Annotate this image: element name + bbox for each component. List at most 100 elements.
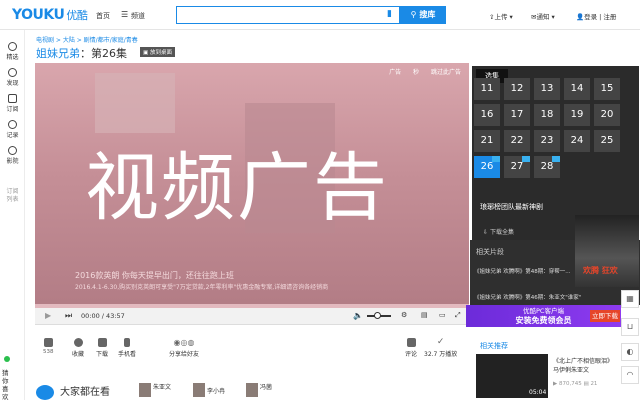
- star-icon: [73, 338, 83, 347]
- breadcrumb[interactable]: 电视剧 > 大陆 > 剧情/都市/家庭/青春: [36, 35, 138, 44]
- play-count: ✓ 32.7 万播放: [424, 337, 458, 359]
- desktop-button[interactable]: ▣ 放到桌面: [140, 47, 175, 57]
- recommend-heading: 相关推荐: [480, 342, 508, 350]
- episode-button-26[interactable]: 26: [474, 156, 500, 178]
- show-title[interactable]: 姐妹兄弟: [36, 47, 80, 60]
- guess-you-like[interactable]: 猜你喜欢: [2, 369, 14, 401]
- bar-chart-icon[interactable]: ▮: [387, 9, 392, 19]
- play-count-label: 32.7 万播放: [424, 351, 458, 358]
- pin-icon: ▣: [143, 50, 149, 56]
- star-name[interactable]: 李小冉: [207, 386, 225, 395]
- promo-poster[interactable]: 欢腾 狂欢: [575, 215, 639, 287]
- check-icon: ✓: [436, 337, 445, 347]
- episode-button-22[interactable]: 22: [504, 130, 530, 152]
- widescreen-icon[interactable]: ▭: [439, 311, 446, 319]
- download-button[interactable]: 下载: [96, 338, 108, 358]
- compass-icon: [8, 68, 17, 77]
- nav-channel[interactable]: 频道: [131, 11, 145, 21]
- episode-button-27[interactable]: 27: [504, 156, 530, 178]
- new-badge-icon: [522, 156, 530, 162]
- rail-item-sub-list[interactable]: 订阅 列表: [0, 188, 25, 204]
- recommend-stats: ▶ 870,745 ▤ 21: [553, 381, 597, 387]
- next-icon[interactable]: ⏭: [65, 311, 72, 321]
- danmaku-icon[interactable]: ▤: [421, 311, 428, 319]
- comment-icon: ▤: [583, 381, 589, 387]
- rail-item-cinema[interactable]: 影院: [0, 146, 25, 165]
- star-avatar[interactable]: [246, 383, 258, 397]
- episode-button-15[interactable]: 15: [594, 78, 620, 100]
- like-button[interactable]: 538: [43, 338, 54, 355]
- episode-button-25[interactable]: 25: [594, 130, 620, 152]
- online-dot: [4, 356, 10, 362]
- play-circle-icon: [8, 42, 17, 51]
- comment-label: 评论: [405, 351, 418, 358]
- download-all-link[interactable]: ⇩ 下载全集: [483, 227, 514, 236]
- qr-icon[interactable]: ▦: [621, 290, 639, 308]
- phone-watch-button[interactable]: 手机看: [118, 338, 136, 358]
- episode-button-11[interactable]: 11: [474, 78, 500, 100]
- star-avatar[interactable]: [193, 383, 205, 397]
- notify-button[interactable]: ✉通知 ▾: [531, 11, 555, 21]
- skip-ad-link[interactable]: 跳过此广告: [431, 69, 461, 76]
- player-controls: ▶ ⏭ 00:00 / 43:57 🔈 ⚙ ▤ ▭ ⤢: [35, 308, 469, 325]
- episode-button-18[interactable]: 18: [534, 104, 560, 126]
- episode-button-14[interactable]: 14: [564, 78, 590, 100]
- volume-handle[interactable]: [374, 312, 381, 319]
- download-icon: [97, 338, 107, 347]
- star-name[interactable]: 朱亚文: [153, 382, 171, 391]
- share-button[interactable]: ◉◎◍ 分享给好友: [164, 338, 204, 358]
- settings-icon[interactable]: ⚙: [401, 311, 407, 319]
- rail-item-discover[interactable]: 发现: [0, 68, 25, 87]
- youku-logo[interactable]: YOUKU 优酷: [12, 7, 88, 23]
- episode-button-16[interactable]: 16: [474, 104, 500, 126]
- comment-button[interactable]: 评论: [405, 338, 417, 358]
- list-item[interactable]: 《姐妹兄弟 欢腾啊》第48期：穿帮一...: [474, 267, 571, 275]
- video-player[interactable]: 广告 秒 跳过此广告 视频广告 2016款英朗 你每天提早出门，还往往跑上班 2…: [35, 63, 469, 309]
- related-clips-heading: 相关片段: [476, 248, 504, 256]
- recommend-count: 870,745: [558, 381, 582, 387]
- episode-button-12[interactable]: 12: [504, 78, 530, 100]
- episode-button-19[interactable]: 19: [564, 104, 590, 126]
- episode-button-28[interactable]: 28: [534, 156, 560, 178]
- bulb-icon[interactable]: ◐: [621, 343, 639, 361]
- menu-icon[interactable]: ☰: [121, 10, 128, 19]
- login-label: 登录 | 注册: [584, 13, 617, 21]
- play-icon: ▶: [553, 381, 558, 387]
- rail-item-history[interactable]: 记录: [0, 120, 25, 139]
- rail-item-featured[interactable]: 精选: [0, 42, 25, 61]
- desktop-button-label: 放到桌面: [149, 50, 172, 56]
- cart-icon[interactable]: ⊔: [621, 318, 639, 336]
- fullscreen-icon[interactable]: ⤢: [455, 311, 461, 320]
- episode-button-23[interactable]: 23: [534, 130, 560, 152]
- download-now-button[interactable]: 立即下载: [590, 310, 620, 322]
- upload-button[interactable]: ⇪上传 ▾: [489, 11, 513, 21]
- search-box[interactable]: ▮: [176, 6, 400, 24]
- volume-icon[interactable]: 🔈: [353, 311, 363, 320]
- login-link[interactable]: 👤登录 | 注册: [576, 11, 616, 21]
- search-button[interactable]: ⚲ 搜库: [400, 6, 446, 24]
- special-promo-link[interactable]: 琅琊榜团队最新神剧: [480, 202, 543, 212]
- episode-button-20[interactable]: 20: [594, 104, 620, 126]
- share-label: 分享给好友: [168, 351, 199, 358]
- rail-label: 记录: [6, 132, 19, 139]
- headset-icon[interactable]: ◠: [621, 366, 639, 384]
- search-input[interactable]: [177, 7, 377, 23]
- page-title: 姐妹兄弟：第26集: [36, 45, 127, 61]
- episode-button-13[interactable]: 13: [534, 78, 560, 100]
- rail-item-subscribe[interactable]: 订阅: [0, 94, 25, 113]
- star-name[interactable]: 冯菌: [260, 382, 272, 391]
- episode-button-17[interactable]: 17: [504, 104, 530, 126]
- star-avatar[interactable]: [139, 383, 151, 397]
- favorite-button[interactable]: 收藏: [72, 338, 84, 358]
- favorite-label: 收藏: [72, 351, 85, 358]
- list-item[interactable]: 《姐妹兄弟 欢腾啊》第46期：朱亚文"谁家": [474, 293, 581, 301]
- recommend-title[interactable]: 《北上广不相信眼泪》马伊俐朱亚文: [553, 357, 617, 375]
- like-count: 538: [43, 349, 54, 355]
- play-icon[interactable]: ▶: [45, 311, 51, 320]
- episode-button-21[interactable]: 21: [474, 130, 500, 152]
- left-rail: 精选 发现 订阅 记录 影院 订阅 列表: [0, 30, 25, 400]
- episode-button-24[interactable]: 24: [564, 130, 590, 152]
- ad-overlay-text: 视频广告: [85, 145, 389, 231]
- nav-home[interactable]: 首页: [96, 11, 110, 21]
- logo-latin: YOUKU: [12, 7, 65, 23]
